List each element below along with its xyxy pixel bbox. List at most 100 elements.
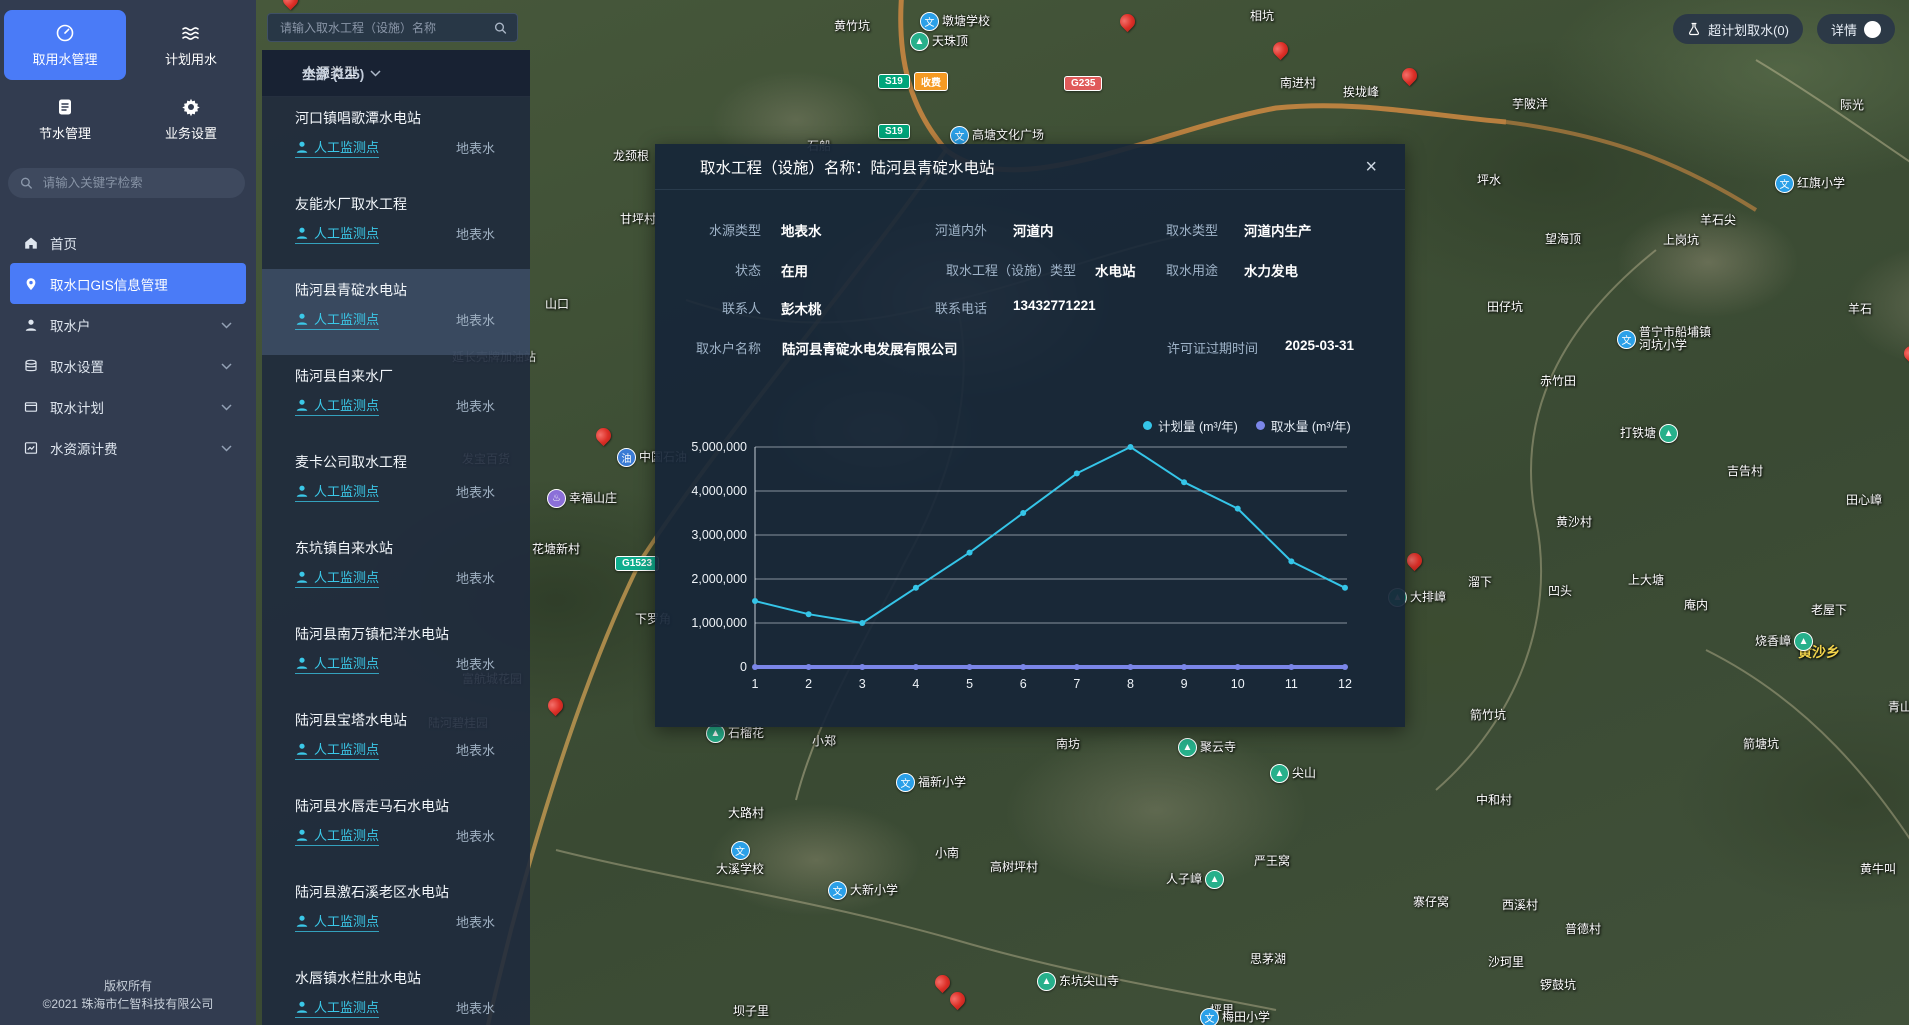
map-poi-school: 文普宁市船埔镇 河坑小学 [1617,326,1711,352]
station-list-item[interactable]: 麦卡公司取水工程人工监测点地表水 [262,441,530,527]
monitor-type-link[interactable]: 人工监测点 [295,137,379,158]
monitor-label: 人工监测点 [314,653,379,672]
person-icon [295,656,309,670]
water-source-type: 地表水 [456,654,495,673]
module-button-1[interactable]: 取用水管理 [4,10,126,80]
person-icon [295,398,309,412]
detail-toggle[interactable]: 详情 [1817,14,1895,44]
chevron-down-icon [370,70,381,77]
map-poi-green: ▲聚云寺 [1178,738,1236,757]
station-name: 陆河县水唇走马石水电站 [295,797,495,815]
monitor-type-link[interactable]: 人工监测点 [295,825,379,846]
monitor-label: 人工监测点 [314,997,379,1016]
monitor-type-link[interactable]: 人工监测点 [295,567,379,588]
monitor-type-link[interactable]: 人工监测点 [295,223,379,244]
source-filter-dropdown[interactable]: 全部 (125) [302,63,381,83]
sidebar-item-6[interactable]: 水资源计费 [10,427,246,468]
green-icon: ▲ [1205,870,1224,889]
svg-text:4: 4 [912,677,919,691]
field-label: 河道内外 [885,220,987,239]
sidebar-item-2[interactable]: 取水口GIS信息管理 [10,263,246,304]
station-detail-modal: 取水工程（设施）名称：陆河县青碇水电站 × 水源类型 地表水 河道内外 河道内 … [655,144,1405,727]
svg-text:1,000,000: 1,000,000 [691,616,747,630]
poi-label: 石榴花 [728,727,764,740]
station-list-item[interactable]: 河口镇唱歌潭水电站人工监测点地表水 [262,97,530,183]
station-search[interactable] [267,13,518,42]
svg-text:3: 3 [859,677,866,691]
map-poi-school: 文高塘文化广场 [950,126,1044,145]
school-icon: 文 [1200,1008,1219,1025]
map-place-label: 黄沙村 [1556,515,1592,529]
sidebar-search[interactable] [8,168,245,198]
monitor-type-link[interactable]: 人工监测点 [295,481,379,502]
station-panel: 水源类型 全部 (125) 河口镇唱歌潭水电站人工监测点地表水友能水厂取水工程人… [262,0,530,1025]
sidebar-item-5[interactable]: 取水计划 [10,386,246,427]
sidebar-item-label: 取水口GIS信息管理 [50,274,168,294]
station-search-input[interactable] [278,20,488,36]
person-icon [295,1000,309,1014]
sidebar-item-3[interactable]: 取水户 [10,304,246,345]
module-button-3[interactable]: 节水管理 [4,84,126,154]
chevron-down-icon [221,317,232,332]
gauge-icon [55,23,75,43]
field-value: 在用 [781,260,808,280]
water-source-type: 地表水 [456,310,495,329]
svg-text:11: 11 [1285,677,1298,691]
map-place-label: 坝子里 [733,1004,769,1018]
station-list-item[interactable]: 陆河县激石溪老区水电站人工监测点地表水 [262,871,530,957]
map-place-label: 羊石尖 [1700,213,1736,227]
station-list-item[interactable]: 陆河县水唇走马石水电站人工监测点 地表水 [262,785,530,871]
monitor-label: 人工监测点 [314,481,379,500]
poi-label: 高塘文化广场 [972,129,1044,142]
module-button-2[interactable]: 计划用水 [130,10,252,80]
field-label: 许可证过期时间 [1075,338,1258,357]
field-value: 2025-03-31 [1285,338,1354,353]
map-place-label: 小南 [935,846,959,860]
field-label: 水源类型 [655,220,761,239]
school-icon: 文 [950,126,969,145]
station-list-item[interactable]: 东坑镇自来水站人工监测点地表水 [262,527,530,613]
poi-label: 聚云寺 [1200,741,1236,754]
field-label: 取水工程（设施）类型 [885,260,1076,279]
sidebar-item-4[interactable]: 取水设置 [10,345,246,386]
svg-text:8: 8 [1127,677,1134,691]
monitor-type-link[interactable]: 人工监测点 [295,309,379,330]
over-plan-intake-button[interactable]: 超计划取水(0) [1673,14,1803,44]
copyright: 版权所有 ©2021 珠海市仁智科技有限公司 [0,977,256,1013]
svg-text:12: 12 [1338,677,1352,691]
map-place-label: 寨仔窝 [1413,895,1449,909]
sidebar-item-1[interactable]: 首页 [10,222,246,263]
green-icon: ▲ [1794,632,1813,651]
poi-label: 红旗小学 [1797,177,1845,190]
water-source-type: 地表水 [456,826,495,845]
road-badge: G1523 [615,556,659,571]
monitor-type-link[interactable]: 人工监测点 [295,653,379,674]
monitor-type-link[interactable]: 人工监测点 [295,911,379,932]
monitor-type-link[interactable]: 人工监测点 [295,997,379,1018]
monitor-type-link[interactable]: 人工监测点 [295,739,379,760]
sidebar-search-input[interactable] [41,175,233,191]
map-place-label: 老屋下 [1811,603,1847,617]
station-list-item[interactable]: 陆河县南万镇杞洋水电站人工监测点地表水 [262,613,530,699]
module-button-4[interactable]: 业务设置 [130,84,252,154]
monitor-type-link[interactable]: 人工监测点 [295,395,379,416]
station-name: 陆河县激石溪老区水电站 [295,883,495,901]
sidebar-item-label: 水资源计费 [50,438,118,458]
road-badge: 收费 [914,72,948,91]
poi-label: 梅田小学 [1222,1011,1270,1024]
station-list-item[interactable]: 友能水厂取水工程人工监测点地表水 [262,183,530,269]
station-list-item[interactable]: 陆河县宝塔水电站人工监测点地表水 [262,699,530,785]
map-place-label: 相坑 [1250,9,1274,23]
station-list-item[interactable]: 陆河县青碇水电站人工监测点地表水 [262,269,530,355]
close-icon[interactable]: × [1365,157,1377,177]
station-list-item[interactable]: 陆河县自来水厂人工监测点地表水 [262,355,530,441]
person-icon [295,312,309,326]
station-name: 陆河县宝塔水电站 [295,711,495,729]
map-place-label: 西溪村 [1502,898,1538,912]
school-icon: 文 [731,841,750,860]
monitor-label: 人工监测点 [314,223,379,242]
field-value: 陆河县青碇水电发展有限公司 [782,338,958,358]
toggle-knob[interactable] [1864,21,1881,38]
module-label: 节水管理 [39,123,91,142]
station-list-item[interactable]: 水唇镇水栏肚水电站人工监测点地表水 [262,957,530,1025]
